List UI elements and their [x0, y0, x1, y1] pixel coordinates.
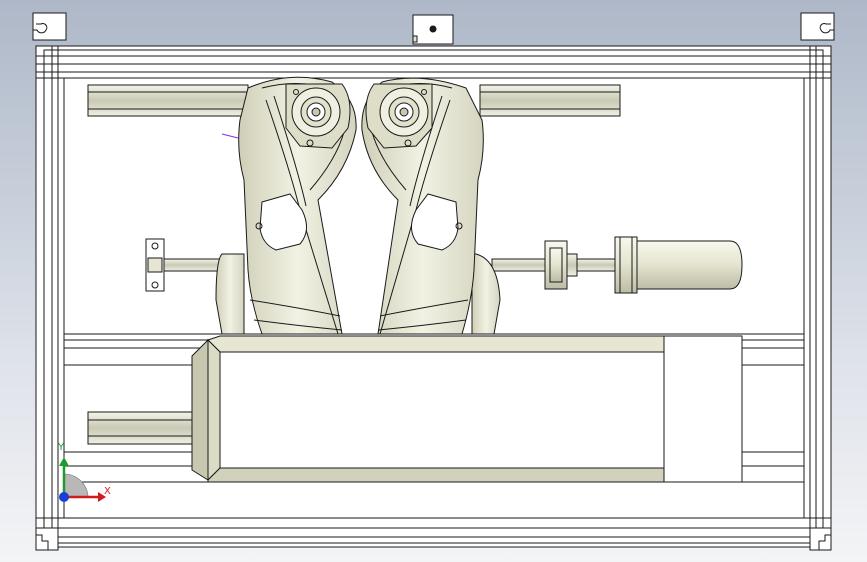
- cad-model-drawing[interactable]: [0, 0, 867, 562]
- cad-graphics-viewport[interactable]: X Y: [0, 0, 867, 562]
- triad-x-label: X: [104, 486, 111, 497]
- top-mount-tab: [412, 14, 454, 45]
- corner-bracket-top-right: [800, 12, 835, 41]
- corner-bracket-bottom-right: [809, 527, 832, 551]
- corner-bracket-top-left: [32, 12, 67, 41]
- upper-guide-rod-right: [479, 84, 621, 117]
- pillow-block: [145, 238, 165, 292]
- upper-guide-rod-left: [87, 84, 249, 117]
- corner-bracket-bottom-left: [35, 527, 59, 551]
- lower-guide-rod: [87, 411, 201, 445]
- linear-actuator: [191, 335, 743, 483]
- z-axis-dot: [59, 492, 69, 502]
- triad-y-label: Y: [58, 442, 65, 453]
